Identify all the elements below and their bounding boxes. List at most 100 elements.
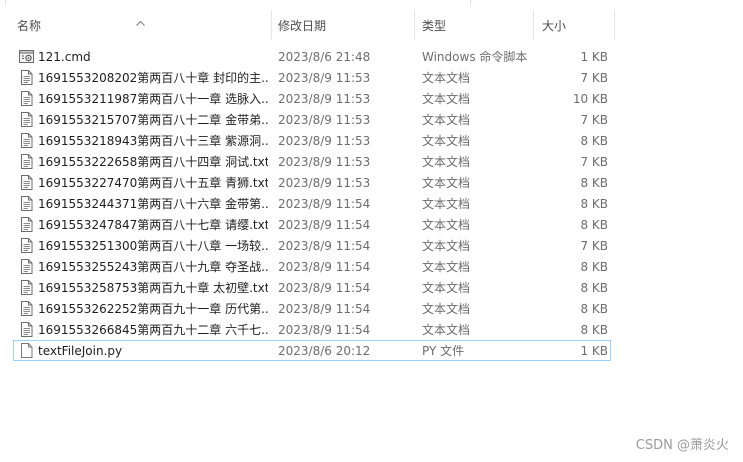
text-file-icon [18, 110, 34, 129]
text-file-icon [18, 320, 34, 339]
file-row[interactable]: 1691553211987第两百八十一章 选脉入... 2023/8/9 11:5… [13, 88, 611, 109]
file-row[interactable]: 1691553218943第两百八十三章 紫源洞... 2023/8/9 11:5… [13, 130, 611, 151]
file-row[interactable]: textFileJoin.py 2023/8/6 20:12 PY 文件 1 KB [13, 340, 611, 361]
column-header-date[interactable]: 修改日期 [278, 10, 408, 40]
file-modified-date: 2023/8/9 11:54 [278, 301, 371, 316]
file-row[interactable]: 1691553215707第两百八十二章 金带弟... 2023/8/9 11:5… [13, 109, 611, 130]
file-modified-date: 2023/8/9 11:54 [278, 217, 371, 232]
file-row[interactable]: 1691553222658第两百八十四章 洞试.txt 2023/8/9 11:5… [13, 151, 611, 172]
cmd-file-icon [18, 47, 34, 66]
top-divider [470, 0, 471, 6]
file-name: 1691553215707第两百八十二章 金带弟... [38, 113, 268, 127]
text-file-icon [18, 194, 34, 213]
text-file-icon [18, 215, 34, 234]
file-size: 8 KB [580, 133, 608, 148]
file-row[interactable]: 1691553262252第两百九十一章 历代第... 2023/8/9 11:5… [13, 298, 611, 319]
file-name: 1691553258753第两百九十章 太初壁.txt [38, 281, 268, 295]
file-size: 8 KB [580, 259, 608, 274]
text-file-icon [18, 278, 34, 297]
file-size: 8 KB [580, 175, 608, 190]
column-header-date-label: 修改日期 [278, 18, 327, 33]
file-name: 1691553208202第两百八十章 封印的主... [38, 71, 268, 85]
text-file-icon [18, 68, 34, 87]
text-file-icon [18, 257, 34, 276]
file-row[interactable]: 1691553247847第两百八十七章 请缨.txt 2023/8/9 11:5… [13, 214, 611, 235]
file-modified-date: 2023/8/9 11:53 [278, 175, 371, 190]
file-modified-date: 2023/8/9 11:53 [278, 133, 371, 148]
file-name: 1691553244371第两百八十六章 金带第... [38, 197, 268, 211]
file-modified-date: 2023/8/9 11:54 [278, 238, 371, 253]
column-header-size[interactable]: 大小 [542, 10, 612, 40]
file-type: 文本文档 [422, 302, 471, 316]
column-header-type-label: 类型 [422, 18, 447, 33]
text-file-icon [18, 299, 34, 318]
text-file-icon [18, 152, 34, 171]
python-file-icon [18, 341, 34, 360]
file-size: 8 KB [580, 280, 608, 295]
column-header-type[interactable]: 类型 [422, 10, 532, 40]
file-modified-date: 2023/8/9 11:54 [278, 196, 371, 211]
file-row[interactable]: 121.cmd 2023/8/6 21:48 Windows 命令脚本 1 KB [13, 46, 611, 67]
file-type: 文本文档 [422, 239, 471, 253]
column-header: 名称 修改日期 类型 大小 [0, 10, 743, 40]
file-row[interactable]: 1691553255243第两百八十九章 夺圣战... 2023/8/9 11:5… [13, 256, 611, 277]
column-divider[interactable] [533, 10, 534, 40]
file-type: 文本文档 [422, 176, 471, 190]
file-type: Windows 命令脚本 [422, 50, 528, 64]
file-row[interactable]: 1691553244371第两百八十六章 金带第... 2023/8/9 11:5… [13, 193, 611, 214]
file-name: 1691553255243第两百八十九章 夺圣战... [38, 260, 268, 274]
file-modified-date: 2023/8/9 11:54 [278, 259, 371, 274]
file-row[interactable]: 1691553227470第两百八十五章 青狮.txt 2023/8/9 11:5… [13, 172, 611, 193]
file-name: 1691553227470第两百八十五章 青狮.txt [38, 176, 268, 190]
file-modified-date: 2023/8/9 11:53 [278, 154, 371, 169]
file-row[interactable]: 1691553266845第两百九十二章 六千七... 2023/8/9 11:5… [13, 319, 611, 340]
file-size: 1 KB [580, 49, 608, 64]
file-name: textFileJoin.py [38, 343, 123, 358]
file-name: 1691553266845第两百九十二章 六千七... [38, 323, 268, 337]
file-size: 7 KB [580, 70, 608, 85]
file-modified-date: 2023/8/9 11:54 [278, 280, 371, 295]
file-modified-date: 2023/8/6 20:12 [278, 343, 371, 358]
text-file-icon [18, 89, 34, 108]
column-header-size-label: 大小 [542, 18, 567, 33]
file-row[interactable]: 1691553208202第两百八十章 封印的主... 2023/8/9 11:5… [13, 67, 611, 88]
file-modified-date: 2023/8/9 11:53 [278, 70, 371, 85]
text-file-icon [18, 131, 34, 150]
file-row[interactable]: 1691553258753第两百九十章 太初壁.txt 2023/8/9 11:5… [13, 277, 611, 298]
file-type: 文本文档 [422, 281, 471, 295]
top-strip [0, 0, 743, 6]
text-file-icon [18, 236, 34, 255]
file-size: 10 KB [572, 91, 608, 106]
file-modified-date: 2023/8/9 11:54 [278, 322, 371, 337]
column-header-name[interactable]: 名称 [17, 10, 267, 40]
file-type: 文本文档 [422, 92, 471, 106]
file-size: 8 KB [580, 301, 608, 316]
file-type: 文本文档 [422, 260, 471, 274]
file-name: 1691553222658第两百八十四章 洞试.txt [38, 155, 268, 169]
file-size: 8 KB [580, 217, 608, 232]
watermark: CSDN @萧炎火 [635, 438, 729, 453]
file-modified-date: 2023/8/9 11:53 [278, 91, 371, 106]
column-divider[interactable] [271, 10, 272, 40]
file-modified-date: 2023/8/6 21:48 [278, 49, 371, 64]
file-size: 1 KB [580, 343, 608, 358]
file-name: 1691553211987第两百八十一章 选脉入... [38, 92, 268, 106]
file-type: 文本文档 [422, 113, 471, 127]
column-divider[interactable] [414, 10, 415, 40]
file-size: 7 KB [580, 238, 608, 253]
file-size: 8 KB [580, 322, 608, 337]
file-row[interactable]: 1691553251300第两百八十八章 一场较... 2023/8/9 11:5… [13, 235, 611, 256]
file-type: 文本文档 [422, 218, 471, 232]
file-modified-date: 2023/8/9 11:53 [278, 112, 371, 127]
file-name: 1691553218943第两百八十三章 紫源洞... [38, 134, 268, 148]
file-size: 8 KB [580, 196, 608, 211]
file-name: 1691553262252第两百九十一章 历代第... [38, 302, 268, 316]
column-divider[interactable] [614, 10, 615, 40]
text-file-icon [18, 173, 34, 192]
top-divider [5, 0, 6, 6]
column-header-name-label: 名称 [17, 18, 42, 33]
file-type: 文本文档 [422, 323, 471, 337]
file-type: 文本文档 [422, 197, 471, 211]
file-size: 7 KB [580, 154, 608, 169]
file-size: 7 KB [580, 112, 608, 127]
